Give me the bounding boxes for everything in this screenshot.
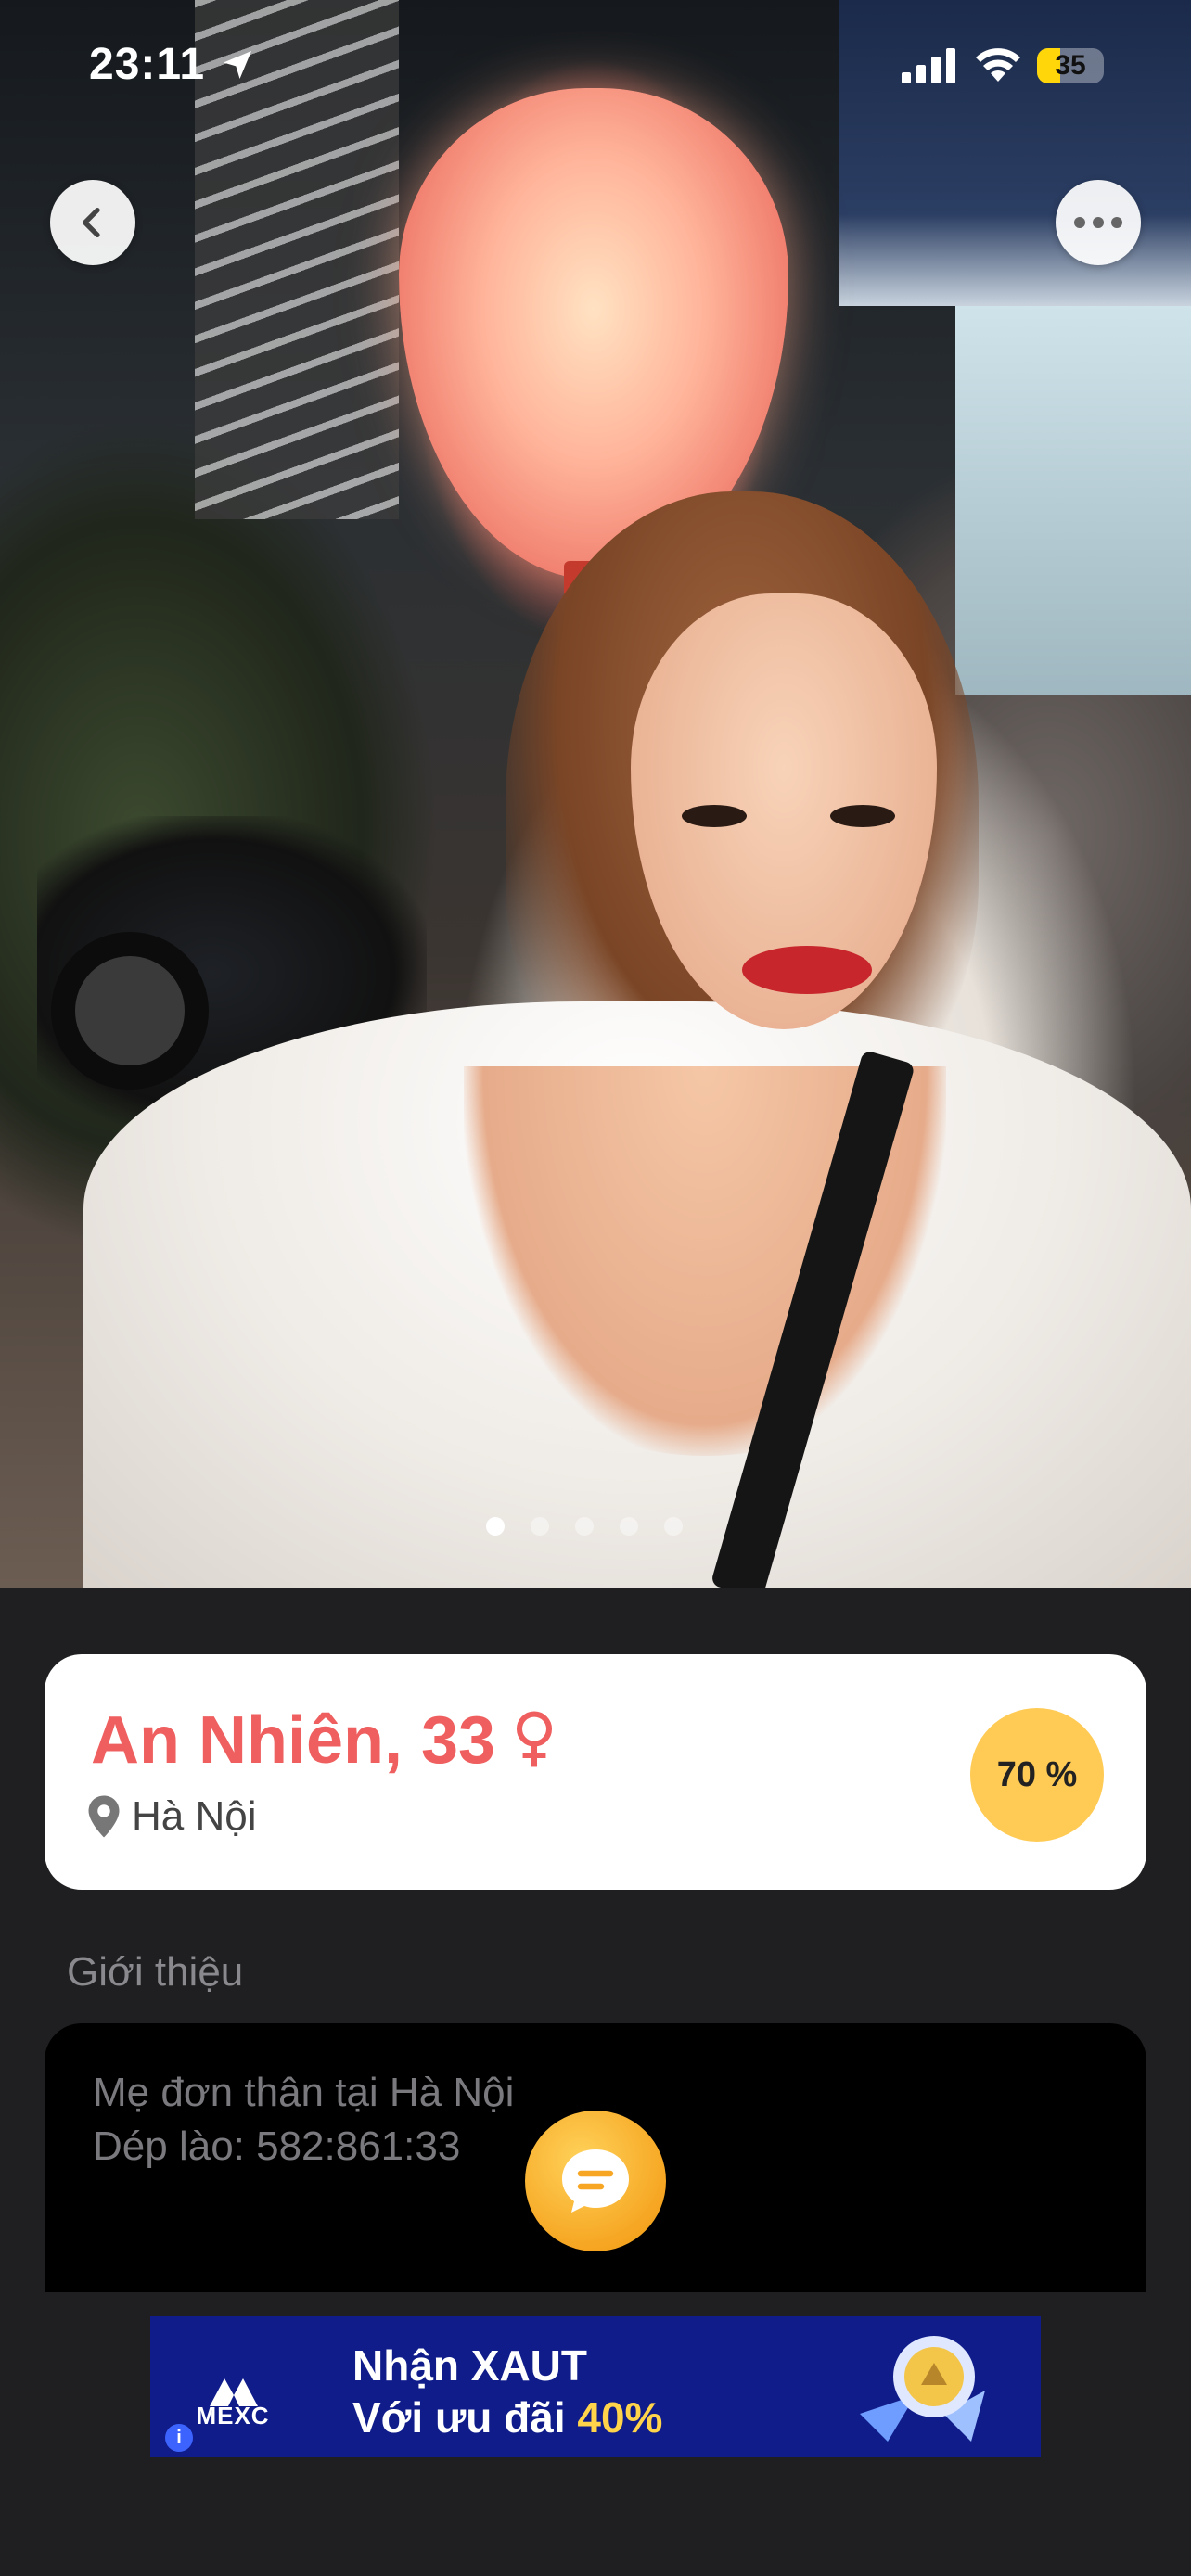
pagination-dot[interactable]: [620, 1517, 638, 1536]
wifi-icon: [976, 48, 1020, 82]
photo-person-eye-right: [830, 805, 895, 827]
back-button[interactable]: [50, 180, 135, 265]
photo-motorbike-wheel: [51, 932, 209, 1090]
gold-token-icon: [860, 2336, 985, 2442]
pagination-dot[interactable]: [531, 1517, 549, 1536]
chat-bubble-icon: [562, 2149, 629, 2213]
chat-button[interactable]: [525, 2111, 666, 2251]
battery-indicator: 35: [1037, 48, 1104, 83]
profile-name-age: An Nhiên, 33: [91, 1703, 496, 1778]
profile-name-line: An Nhiên, 33: [91, 1702, 560, 1779]
ad-subline-prefix: Với ưu đãi: [352, 2393, 578, 2442]
status-bar: 23:11 35: [0, 0, 1191, 130]
ad-brand: MEXC: [196, 2402, 270, 2429]
location-arrow-icon: [224, 51, 251, 79]
ad-info-icon[interactable]: i: [165, 2424, 193, 2452]
bio-line-1: Mẹ đơn thân tại Hà Nội: [93, 2070, 515, 2115]
pagination-dot[interactable]: [486, 1517, 505, 1536]
status-time: 23:11: [89, 40, 206, 89]
chevron-left-icon: [83, 208, 100, 237]
ad-banner[interactable]: MEXC Nhận XAUT Với ưu đãi 40% i: [150, 2316, 1041, 2457]
photo-person-eye-left: [682, 805, 747, 827]
cellular-signal-icon: [902, 48, 955, 83]
map-pin-icon: [88, 1795, 120, 1838]
ad-discount-highlight: 40%: [577, 2393, 663, 2442]
ad-subline: Với ưu đãi 40%: [352, 2392, 662, 2442]
profile-location-text: Hà Nội: [132, 1793, 257, 1839]
more-options-button[interactable]: [1056, 180, 1141, 265]
pagination-dot[interactable]: [664, 1517, 683, 1536]
profile-photo[interactable]: [0, 0, 1191, 1588]
battery-level: 35: [1055, 50, 1086, 81]
intro-heading: Giới thiệu: [67, 1949, 244, 1995]
profile-location: Hà Nội: [87, 1793, 257, 1840]
pagination-dot[interactable]: [575, 1517, 594, 1536]
ad-headline: Nhận XAUT: [352, 2341, 587, 2390]
bio-line-2: Dép lào: 582:861:33: [93, 2123, 461, 2169]
photo-pagination[interactable]: [0, 1517, 1191, 1536]
profile-summary-card: An Nhiên, 33 Hà Nội 70 %: [45, 1654, 1146, 1890]
photo-person-lips: [742, 946, 872, 994]
female-icon: [517, 1711, 553, 1767]
ellipsis-icon: [1074, 217, 1122, 228]
match-percentage-badge: 70 %: [970, 1708, 1104, 1842]
photo-store-window: [955, 306, 1191, 695]
